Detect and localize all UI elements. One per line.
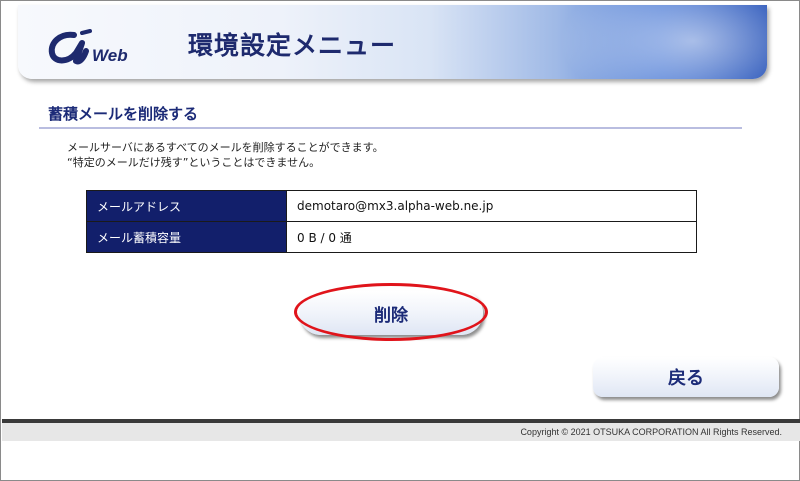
description-line: “特定のメールだけ残す”ということはできません。 — [67, 156, 321, 169]
header-banner: Web 環境設定メニュー — [18, 5, 767, 79]
description-line: メールサーバにあるすべてのメールを削除することができます。 — [67, 141, 384, 154]
page-title: 環境設定メニュー — [188, 31, 397, 60]
mail-info-table: メールアドレス demotaro@mx3.alpha-web.ne.jp メール… — [86, 190, 697, 253]
alpha-web-logo: Web — [48, 29, 128, 65]
section-divider — [39, 127, 742, 129]
email-address-label: メールアドレス — [86, 190, 287, 222]
logo-text: Web — [92, 46, 128, 65]
storage-usage-value: 0 B / 0 通 — [286, 221, 697, 253]
description: メールサーバにあるすべてのメールを削除することができます。 “特定のメールだけ残… — [67, 140, 384, 170]
footer: Copyright © 2021 OTSUKA CORPORATION All … — [2, 423, 800, 441]
copyright-text: Copyright © 2021 OTSUKA CORPORATION All … — [520, 427, 782, 437]
section-heading: 蓄積メールを削除する — [48, 105, 199, 123]
page-frame: Web 環境設定メニュー 蓄積メールを削除する メールサーバにあるすべてのメール… — [0, 0, 800, 481]
storage-usage-label: メール蓄積容量 — [86, 221, 287, 253]
delete-button[interactable]: 削除 — [299, 291, 483, 335]
email-address-value: demotaro@mx3.alpha-web.ne.jp — [286, 190, 697, 222]
table-row: メールアドレス demotaro@mx3.alpha-web.ne.jp — [86, 190, 697, 222]
table-row: メール蓄積容量 0 B / 0 通 — [86, 221, 697, 253]
back-button[interactable]: 戻る — [593, 357, 779, 397]
